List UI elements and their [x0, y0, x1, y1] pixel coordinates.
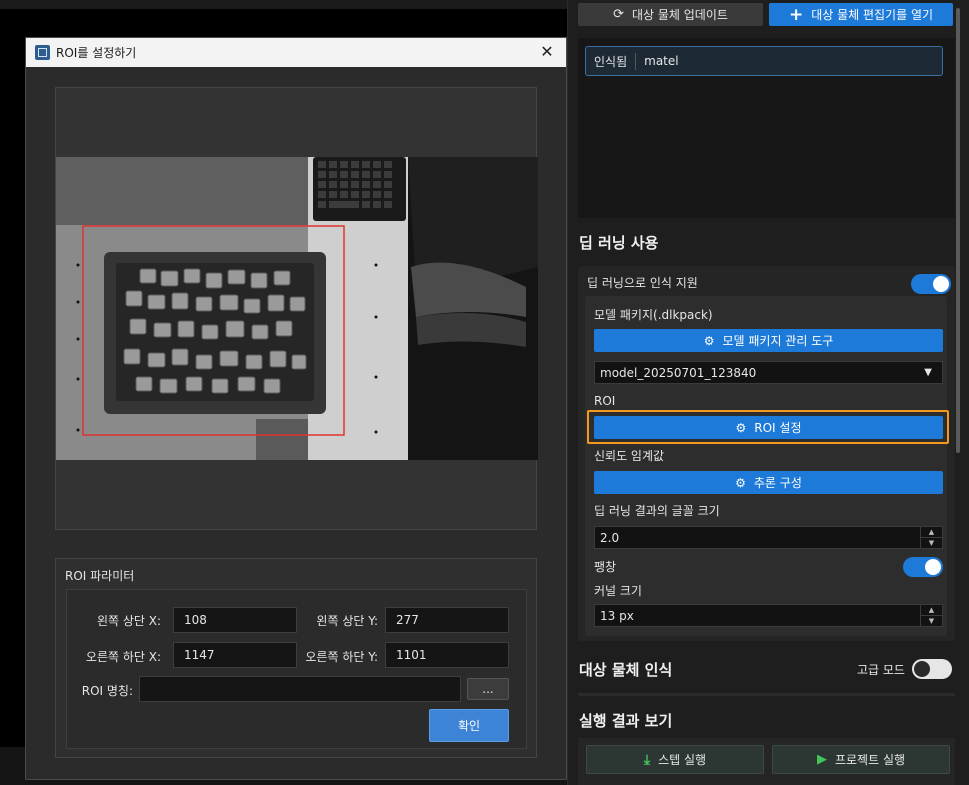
deep-learning-subcard: 모델 패키지(.dlkpack) ⚙ 모델 패키지 관리 도구 model_20… — [585, 296, 949, 636]
scrollbar-thumb[interactable] — [956, 8, 960, 453]
bottom-right-x-field[interactable]: 1147 — [173, 642, 297, 668]
roi-settings-button[interactable]: ⚙ ROI 설정 — [594, 416, 943, 439]
refresh-icon: ⟳ — [613, 7, 624, 22]
confidence-label: 신뢰도 임계값 — [594, 449, 665, 463]
advanced-mode-label: 고급 모드 — [857, 663, 905, 677]
open-object-editor-button[interactable]: + 대상 물체 편집기를 열기 — [769, 3, 953, 26]
model-select[interactable]: model_20250701_123840 ▼ — [594, 361, 943, 384]
section-title-deep-learning: 딥 러닝 사용 — [579, 234, 659, 252]
recognized-object-list: 인식됨 matel — [578, 38, 955, 218]
top-left-x-label: 왼쪽 상단 X: — [96, 614, 161, 628]
app-window: ⟳ 대상 물체 업데이트 + 대상 물체 편집기를 열기 인식됨 matel 딥… — [0, 0, 969, 785]
image-viewer[interactable] — [55, 87, 538, 530]
section-title-recognition: 대상 물체 인식 — [579, 661, 673, 679]
dialog-title: ROI를 설정하기 — [56, 46, 137, 60]
dialog-titlebar: ROI를 설정하기 ✕ — [26, 38, 566, 67]
stepper-arrows[interactable]: ▲ ▼ — [920, 527, 942, 548]
deep-learning-assist-toggle[interactable] — [911, 274, 951, 294]
deep-learning-card: 딥 러닝으로 인식 지원 모델 패키지(.dlkpack) ⚙ 모델 패키지 관… — [578, 266, 955, 641]
bottom-right-y-label: 오른쪽 하단 Y: — [305, 650, 378, 664]
list-item[interactable]: 인식됨 matel — [585, 46, 943, 76]
project-run-button[interactable]: ▶ 프로젝트 실행 — [772, 745, 950, 774]
deep-learning-assist-label: 딥 러닝으로 인식 지원 — [587, 276, 698, 290]
close-icon[interactable]: ✕ — [538, 43, 556, 61]
update-object-button[interactable]: ⟳ 대상 물체 업데이트 — [578, 3, 763, 26]
plus-icon: + — [788, 4, 804, 25]
inference-config-button[interactable]: ⚙ 추론 구성 — [594, 471, 943, 494]
gear-icon: ⚙ — [703, 333, 715, 348]
step-down-icon: ⤓ — [643, 751, 651, 768]
confirm-button[interactable]: 확인 — [429, 709, 509, 742]
top-left-y-field[interactable]: 277 — [385, 607, 509, 633]
top-left-y-label: 왼쪽 상단 Y: — [316, 614, 378, 628]
play-icon: ▶ — [816, 752, 827, 767]
roi-params-title: ROI 파라미터 — [65, 569, 135, 583]
background-toolbar — [0, 0, 567, 9]
status-badge: 인식됨 — [594, 52, 637, 70]
kernel-size-label: 커널 크기 — [594, 584, 642, 598]
divider — [578, 693, 955, 696]
font-size-stepper[interactable]: 2.0 ▲ ▼ — [594, 526, 943, 549]
bottom-right-x-label: 오른쪽 하단 X: — [85, 650, 161, 664]
gear-icon: ⚙ — [735, 475, 746, 490]
model-package-label: 모델 패키지(.dlkpack) — [594, 308, 713, 322]
kernel-size-stepper[interactable]: 13 px ▲ ▼ — [594, 604, 943, 627]
settings-panel: ⟳ 대상 물체 업데이트 + 대상 물체 편집기를 열기 인식됨 matel 딥… — [567, 0, 969, 785]
stepper-arrows[interactable]: ▲ ▼ — [920, 605, 942, 626]
roi-params-panel: ROI 파라미터 왼쪽 상단 X: 108 왼쪽 상단 Y: 277 오른쪽 하… — [55, 558, 537, 758]
section-title-results: 실행 결과 보기 — [579, 712, 673, 730]
chevron-down-icon: ▼ — [924, 367, 932, 378]
camera-image-graphic — [56, 157, 538, 460]
app-icon — [35, 45, 50, 60]
roi-dialog: ROI를 설정하기 ✕ ROI 파라미터 왼쪽 상단 X: 108 왼쪽 상단 … — [25, 37, 567, 780]
dilate-toggle[interactable] — [903, 557, 943, 577]
camera-image[interactable] — [56, 157, 538, 460]
object-name: matel — [644, 54, 679, 68]
roi-name-label: ROI 명칭: — [81, 684, 133, 698]
results-card: ⤓ 스텝 실행 ▶ 프로젝트 실행 — [578, 738, 955, 785]
gear-icon: ⚙ — [735, 420, 747, 435]
step-run-button[interactable]: ⤓ 스텝 실행 — [586, 745, 764, 774]
roi-params-group: 왼쪽 상단 X: 108 왼쪽 상단 Y: 277 오른쪽 하단 X: 1147… — [66, 589, 527, 749]
advanced-mode-toggle[interactable] — [912, 659, 952, 679]
roi-label: ROI — [594, 394, 616, 408]
model-package-tool-button[interactable]: ⚙ 모델 패키지 관리 도구 — [594, 329, 943, 352]
dilate-label: 팽창 — [594, 560, 617, 574]
top-left-x-field[interactable]: 108 — [173, 607, 297, 633]
font-size-label: 딥 러닝 결과의 글꼴 크기 — [594, 504, 720, 518]
browse-button[interactable]: ... — [467, 678, 509, 700]
roi-name-field[interactable] — [139, 676, 461, 702]
bottom-right-y-field[interactable]: 1101 — [385, 642, 509, 668]
